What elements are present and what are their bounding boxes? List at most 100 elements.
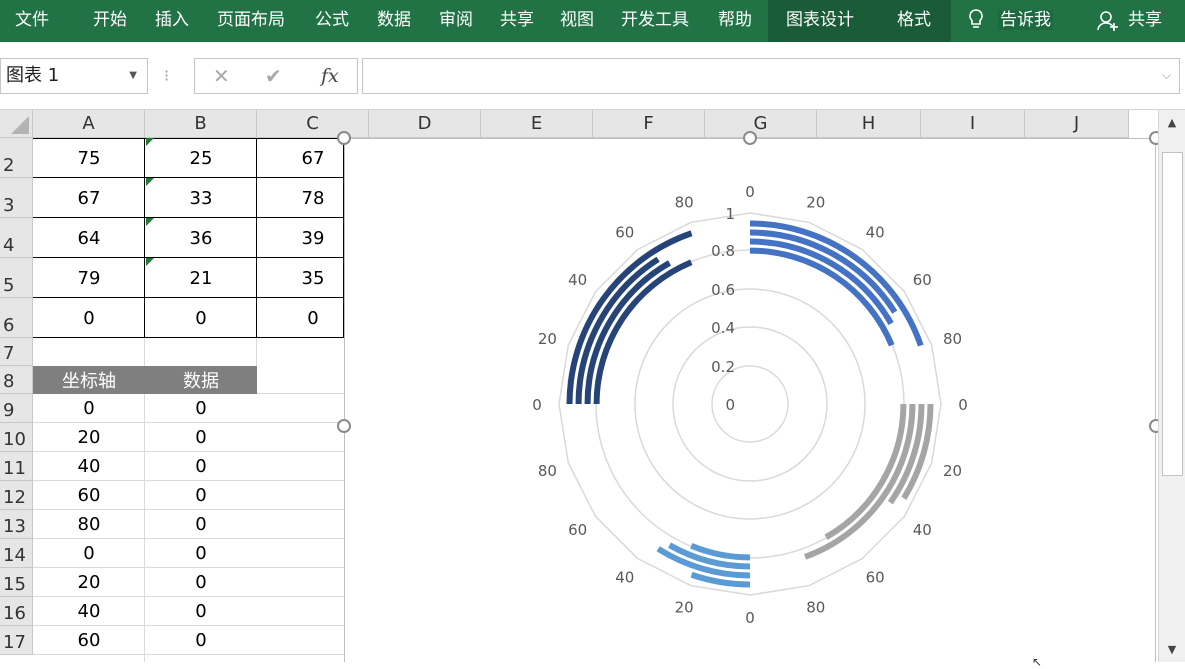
tab-file[interactable]: 文件 (15, 0, 49, 42)
angular-tick-label: 40 (866, 224, 885, 242)
table-cell[interactable]: 20 (33, 423, 145, 452)
table-cell[interactable]: 79 (33, 258, 145, 298)
row-header-17[interactable]: 17 (0, 626, 33, 655)
angular-tick-label: 20 (943, 462, 962, 480)
vertical-scrollbar[interactable]: ▲ ▼ (1158, 110, 1185, 662)
column-header-f[interactable]: F (593, 110, 705, 138)
chevron-down-icon[interactable]: ⌵ (1162, 68, 1171, 83)
row-header-5[interactable]: 5 (0, 258, 33, 298)
tell-me-box[interactable]: 告诉我 (998, 0, 1053, 42)
row-header-4[interactable]: 4 (0, 218, 33, 258)
table-cell[interactable]: 0 (145, 568, 257, 597)
table-cell[interactable]: 0 (33, 298, 145, 338)
tab-view[interactable]: 视图 (560, 0, 594, 42)
table-cell[interactable]: 0 (145, 423, 257, 452)
table-cell[interactable]: 33 (145, 178, 257, 218)
table-cell[interactable]: 60 (33, 481, 145, 510)
more-dots-icon[interactable]: ⁝ (164, 62, 169, 90)
tab-page-layout[interactable]: 页面布局 (217, 0, 285, 42)
table-cell[interactable]: 25 (145, 138, 257, 178)
tab-chart-design[interactable]: 图表设计 (786, 0, 854, 42)
scroll-down-icon[interactable]: ▼ (1159, 643, 1185, 656)
insert-function-button[interactable]: fx (321, 59, 339, 93)
select-all-button[interactable] (0, 110, 33, 138)
chart-area[interactable]: 0 0.2 0.4 0.6 0.8 1 0 20 40 60 80 0 20 40 60 80 0 20 40 60 8… (344, 138, 1156, 662)
resize-handle-top[interactable] (743, 131, 757, 145)
scroll-thumb[interactable] (1162, 152, 1183, 476)
radial-tick-label: 0 (725, 396, 735, 414)
row-header-12[interactable]: 12 (0, 481, 33, 510)
row-header-3[interactable]: 3 (0, 178, 33, 218)
radial-tick-label: 0.4 (711, 319, 735, 337)
name-box[interactable]: 图表 1 ▼ (0, 58, 148, 94)
column-header-i[interactable]: I (921, 110, 1025, 138)
row-number: 16 (3, 603, 26, 624)
column-header-c[interactable]: C (257, 110, 369, 138)
tab-insert[interactable]: 插入 (155, 0, 189, 42)
table-cell[interactable]: 0 (145, 597, 257, 626)
row-number: 3 (3, 195, 15, 216)
row-header-2[interactable]: 2 (0, 138, 33, 178)
table-cell[interactable]: 40 (33, 597, 145, 626)
table-cell[interactable]: 0 (145, 481, 257, 510)
table-cell[interactable]: 0 (145, 298, 257, 338)
column-header-j[interactable]: J (1025, 110, 1129, 138)
row-header-9[interactable]: 9 (0, 394, 33, 423)
table-cell[interactable]: 75 (33, 138, 145, 178)
tab-developer[interactable]: 开发工具 (621, 0, 689, 42)
table-cell[interactable]: 67 (33, 178, 145, 218)
row-number: 7 (3, 343, 15, 364)
row-header-15[interactable]: 15 (0, 568, 33, 597)
tab-home[interactable]: 开始 (93, 0, 127, 42)
column-header-e[interactable]: E (481, 110, 593, 138)
column-header-a[interactable]: A (33, 110, 145, 138)
row-header-13[interactable]: 13 (0, 510, 33, 539)
radial-gridline (634, 288, 866, 520)
column-header-d[interactable]: D (369, 110, 481, 138)
tab-formulas[interactable]: 公式 (315, 0, 349, 42)
tab-review[interactable]: 审阅 (439, 0, 473, 42)
column-header-h[interactable]: H (817, 110, 921, 138)
row-header-14[interactable]: 14 (0, 539, 33, 568)
table-cell[interactable]: 0 (145, 510, 257, 539)
column-header-b[interactable]: B (145, 110, 257, 138)
tab-share[interactable]: 共享 (500, 0, 534, 42)
angular-tick-label: 80 (538, 462, 557, 480)
formula-input[interactable]: ⌵ (362, 58, 1180, 94)
table-cell[interactable]: 64 (33, 218, 145, 258)
table-cell[interactable]: 0 (145, 394, 257, 423)
table-cell[interactable]: 36 (145, 218, 257, 258)
angular-tick-label: 80 (675, 193, 694, 211)
table-cell[interactable]: 80 (33, 510, 145, 539)
header-cell[interactable]: 数据 (145, 366, 257, 394)
table-cell[interactable]: 0 (145, 539, 257, 568)
confirm-icon[interactable]: ✔ (265, 59, 282, 93)
chevron-down-icon[interactable]: ▼ (129, 59, 137, 93)
table-cell[interactable]: 40 (33, 452, 145, 481)
resize-handle-left[interactable] (337, 419, 351, 433)
row-header-16[interactable]: 16 (0, 597, 33, 626)
table-cell[interactable]: 0 (33, 394, 145, 423)
table-cell[interactable]: 0 (145, 626, 257, 655)
cancel-icon[interactable]: ✕ (213, 59, 230, 93)
header-cell[interactable]: 坐标轴 (33, 366, 145, 394)
tab-help[interactable]: 帮助 (718, 0, 752, 42)
row-header-6[interactable]: 6 (0, 298, 33, 338)
table-cell[interactable]: 0 (33, 539, 145, 568)
resize-handle-top-left[interactable] (337, 131, 351, 145)
table-cell[interactable]: 60 (33, 626, 145, 655)
tab-data[interactable]: 数据 (377, 0, 411, 42)
row-header-7[interactable]: 7 (0, 338, 33, 366)
share-button[interactable]: 共享 (1128, 0, 1162, 42)
share-user-icon[interactable] (1096, 0, 1120, 42)
table-cell[interactable]: 20 (33, 568, 145, 597)
row-header-8[interactable]: 8 (0, 366, 33, 394)
row-header-11[interactable]: 11 (0, 452, 33, 481)
table-cell[interactable]: 21 (145, 258, 257, 298)
row-header-10[interactable]: 10 (0, 423, 33, 452)
column-header-g[interactable]: G (705, 110, 817, 138)
tab-format[interactable]: 格式 (897, 0, 931, 42)
table-cell[interactable]: 0 (145, 452, 257, 481)
lightbulb-icon[interactable] (966, 0, 986, 42)
scroll-up-icon[interactable]: ▲ (1159, 116, 1185, 129)
